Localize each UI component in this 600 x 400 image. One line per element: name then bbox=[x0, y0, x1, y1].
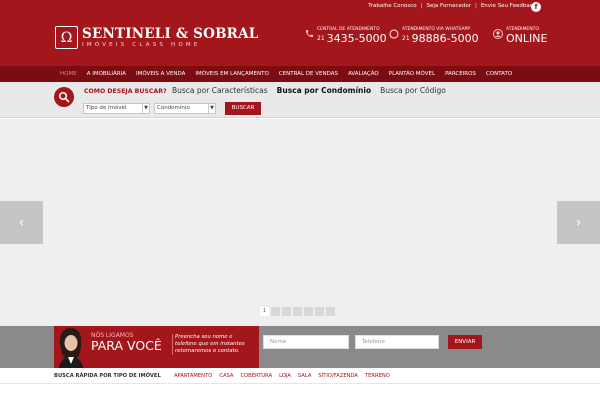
whatsapp-icon bbox=[389, 29, 399, 39]
slider-prev-button[interactable]: ‹ bbox=[0, 201, 43, 244]
facebook-icon[interactable]: f bbox=[531, 2, 541, 12]
link-seja-fornecedor[interactable]: Seja Fornecedor bbox=[427, 3, 471, 9]
contact-online[interactable]: Atendimento ONLINE bbox=[493, 27, 547, 44]
slider-dot[interactable]: 3 bbox=[282, 307, 291, 316]
hero-slider bbox=[0, 119, 600, 326]
phone-number[interactable]: 3435-5000 bbox=[327, 32, 387, 45]
slider-dot[interactable]: 4 bbox=[293, 307, 302, 316]
quick-type-loja[interactable]: LOJA bbox=[279, 373, 291, 379]
nav-item-imoveis-venda[interactable]: Imóveis a venda bbox=[131, 66, 190, 82]
page-bottom bbox=[0, 384, 600, 400]
search-question: COMO DESEJA BUSCAR? bbox=[84, 88, 167, 95]
phone-input[interactable]: Telefone bbox=[355, 335, 439, 349]
link-envie-feedback[interactable]: Envie Seu Feedback bbox=[481, 3, 536, 9]
slider-dot[interactable]: 5 bbox=[304, 307, 313, 316]
slider-dot[interactable]: 2 bbox=[271, 307, 280, 316]
send-button[interactable]: ENVIAR bbox=[448, 335, 482, 349]
link-trabalhe-conosco[interactable]: Trabalhe Conosco bbox=[368, 3, 417, 9]
logo-tagline: IMÓVEIS CLASS HOME bbox=[82, 41, 201, 48]
separator: | bbox=[474, 3, 477, 9]
search-button[interactable]: BUSCAR bbox=[225, 102, 261, 115]
quick-type-sala[interactable]: SALA bbox=[298, 373, 312, 379]
separator: | bbox=[420, 3, 423, 9]
name-input[interactable]: Nome bbox=[263, 335, 349, 349]
quick-type-apartamento[interactable]: APARTAMENTO bbox=[174, 373, 212, 379]
nav-item-imobiliaria[interactable]: A Imobiliária bbox=[82, 66, 131, 82]
chevron-left-icon: ‹ bbox=[18, 214, 25, 231]
area-code: 21 bbox=[317, 35, 325, 42]
quick-type-sitio[interactable]: SÍTIO/FAZENDA bbox=[318, 373, 358, 379]
slider-next-button[interactable]: › bbox=[557, 201, 600, 244]
nav-item-avaliacao[interactable]: Avaliação bbox=[343, 66, 384, 82]
chevron-down-icon: ▼ bbox=[142, 104, 149, 113]
phone-icon bbox=[304, 29, 314, 39]
slider-dot[interactable]: 6 bbox=[315, 307, 324, 316]
whatsapp-number[interactable]: 98886-5000 bbox=[412, 32, 479, 45]
nav-item-home[interactable]: Home bbox=[55, 66, 82, 82]
property-type-value: Tipo de Imóvel bbox=[86, 105, 127, 111]
tab-caracteristicas[interactable]: Busca por Características bbox=[172, 86, 268, 95]
quick-type-casa[interactable]: CASA bbox=[219, 373, 233, 379]
contact-central: Central de Atendimento 21 3435-5000 bbox=[304, 27, 387, 44]
nav-item-parceiros[interactable]: Parceiros bbox=[440, 66, 481, 82]
area-code: 21 bbox=[402, 35, 410, 42]
site-logo[interactable]: Ω SENTINELI & SOBRAL IMÓVEIS CLASS HOME bbox=[55, 25, 258, 50]
condominium-select[interactable]: Condomínio ▼ bbox=[154, 103, 216, 114]
condominium-value: Condomínio bbox=[157, 105, 190, 111]
nav-item-central-vendas[interactable]: Central de Vendas bbox=[274, 66, 343, 82]
quick-search-types: APARTAMENTO CASA COBERTURA LOJA SALA SÍT… bbox=[174, 373, 397, 379]
chevron-right-icon: › bbox=[575, 214, 582, 231]
quick-type-cobertura[interactable]: COBERTURA bbox=[240, 373, 272, 379]
quick-type-terreno[interactable]: TERRENO bbox=[365, 373, 390, 379]
main-nav: Home A Imobiliária Imóveis a venda Imóve… bbox=[0, 66, 600, 82]
callback-description: Preencha seu nome e telefone que em inst… bbox=[172, 334, 252, 355]
nav-item-contato[interactable]: Contato bbox=[481, 66, 517, 82]
user-icon bbox=[493, 29, 503, 39]
contact-whatsapp: Atendimento via Whatsapp 21 98886-5000 bbox=[389, 27, 479, 44]
online-status: ONLINE bbox=[506, 32, 548, 45]
chevron-down-icon: ▼ bbox=[208, 104, 215, 113]
tab-condominio[interactable]: Busca por Condomínio bbox=[277, 86, 371, 95]
agent-photo bbox=[56, 326, 86, 368]
top-links: Trabalhe Conosco | Seja Fornecedor | Env… bbox=[368, 3, 536, 9]
nav-item-lancamento[interactable]: Imóveis em Lançamento bbox=[190, 66, 273, 82]
nav-item-plantao-movel[interactable]: Plantão Móvel bbox=[384, 66, 440, 82]
logo-name: SENTINELI & SOBRAL bbox=[82, 25, 259, 42]
property-type-select[interactable]: Tipo de Imóvel ▼ bbox=[83, 103, 150, 114]
search-icon bbox=[54, 87, 74, 107]
slider-dots: 1 2 3 4 5 6 7 bbox=[260, 307, 337, 316]
quick-search-label: BUSCA RÁPIDA POR TIPO DE IMÓVEL bbox=[54, 373, 161, 379]
search-tabs: Busca por Características Busca por Cond… bbox=[172, 86, 455, 95]
callback-title-big: PARA VOCÊ bbox=[91, 338, 162, 353]
slider-dot[interactable]: 1 bbox=[260, 307, 269, 316]
logo-omega-icon: Ω bbox=[55, 26, 78, 49]
tab-codigo[interactable]: Busca por Código bbox=[380, 86, 446, 95]
slider-dot[interactable]: 7 bbox=[326, 307, 335, 316]
